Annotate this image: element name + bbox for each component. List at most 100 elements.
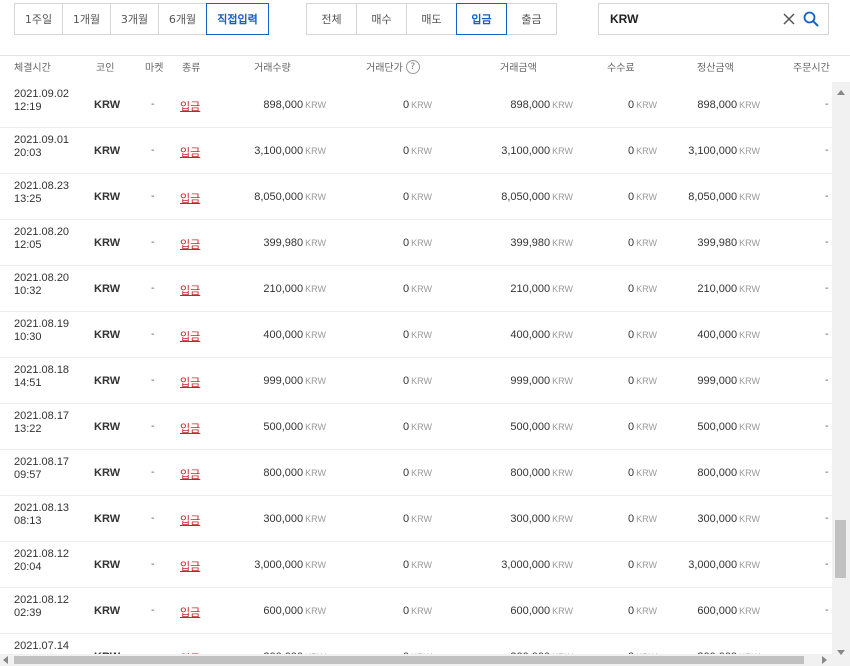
- cell-datetime: 2021.08.20 12:05: [14, 226, 69, 252]
- scroll-left-icon[interactable]: [3, 656, 8, 664]
- cell-date: 2021.08.20: [14, 272, 70, 284]
- cell-kind-link[interactable]: 입금: [180, 236, 200, 252]
- cell-amount-value: 8,050,000: [501, 191, 551, 203]
- help-icon[interactable]: ?: [405, 60, 420, 74]
- currency-unit: KRW: [636, 330, 657, 340]
- cell-date: 2021.08.13: [14, 502, 70, 514]
- currency-unit: KRW: [305, 284, 326, 294]
- currency-unit: KRW: [305, 238, 326, 248]
- cell-fee-value: 0: [628, 99, 635, 111]
- cell-order-time: -: [825, 421, 829, 432]
- cell-fee-value: 0: [628, 237, 635, 249]
- cell-qty-value: 3,100,000: [254, 145, 304, 157]
- cell-kind-link[interactable]: 입금: [180, 512, 200, 528]
- currency-unit: KRW: [636, 284, 657, 294]
- currency-unit: KRW: [411, 284, 432, 294]
- cell-datetime: 2021.09.01 20:03: [14, 134, 69, 160]
- close-icon[interactable]: [782, 12, 796, 26]
- currency-unit: KRW: [305, 192, 326, 202]
- vertical-scrollbar[interactable]: [832, 82, 850, 666]
- search-icon[interactable]: [803, 11, 819, 27]
- cell-market: -: [151, 513, 155, 524]
- cell-amount: 600,000 KRW: [510, 605, 573, 617]
- cell-amount-value: 210,000: [510, 283, 551, 295]
- cell-market: -: [151, 99, 155, 110]
- currency-unit: KRW: [739, 468, 760, 478]
- period-1month-button[interactable]: 1개월: [62, 3, 111, 35]
- currency-unit: KRW: [739, 330, 760, 340]
- cell-qty: 210,000 KRW: [263, 283, 326, 295]
- cell-time: 09:57: [14, 469, 42, 481]
- type-deposit-button[interactable]: 입금: [456, 3, 507, 35]
- cell-order-time: -: [825, 191, 829, 202]
- cell-kind-link[interactable]: 입금: [180, 420, 200, 436]
- scroll-up-icon[interactable]: [837, 90, 845, 95]
- cell-kind-link[interactable]: 입금: [180, 466, 200, 482]
- cell-qty-value: 400,000: [263, 329, 304, 341]
- cell-fee-value: 0: [628, 191, 635, 203]
- horizontal-scrollbar[interactable]: [0, 654, 832, 666]
- transaction-list: 2021.09.02 12:19 KRW - 입금 898,000 KRW 0 KRW 898,0…: [0, 82, 832, 654]
- cell-kind-link[interactable]: 입금: [180, 328, 200, 344]
- cell-fee-value: 0: [628, 421, 635, 433]
- cell-settle: 800,000 KRW: [697, 467, 760, 479]
- period-custom-button[interactable]: 직접입력: [206, 3, 269, 35]
- cell-kind-link[interactable]: 입금: [180, 98, 200, 114]
- table-row: 2021.08.19 10:30 KRW - 입금 400,000 KRW 0 KRW 400,0…: [0, 312, 832, 358]
- cell-fee: 0KRW: [628, 191, 657, 203]
- horizontal-scroll-thumb[interactable]: [14, 656, 804, 664]
- cell-price-value: 0: [403, 99, 410, 111]
- period-1week-button[interactable]: 1주일: [14, 3, 63, 35]
- currency-unit: KRW: [739, 146, 760, 156]
- type-all-button[interactable]: 전체: [306, 3, 357, 35]
- header-order: 주문시간: [793, 63, 830, 74]
- currency-unit: KRW: [305, 146, 326, 156]
- scroll-down-icon[interactable]: [837, 650, 845, 655]
- cell-settle: 500,000 KRW: [697, 421, 760, 433]
- cell-market: -: [151, 191, 155, 202]
- cell-price-value: 0: [403, 467, 410, 479]
- cell-price-value: 0: [403, 329, 410, 341]
- cell-time: 10:32: [14, 285, 42, 297]
- cell-qty-value: 999,000: [263, 375, 304, 387]
- table-header: 체결시간 코인 마켓 종류 거래수량 거래단가? 거래금액 수수료 정산금액 주…: [0, 56, 832, 82]
- cell-order-time: -: [825, 329, 829, 340]
- vertical-scroll-thumb[interactable]: [835, 520, 846, 578]
- type-buy-button[interactable]: 매수: [356, 3, 407, 35]
- cell-qty: 3,000,000 KRW: [254, 559, 326, 571]
- cell-kind-link[interactable]: 입금: [180, 282, 200, 298]
- cell-fee-value: 0: [628, 145, 635, 157]
- cell-fee-value: 0: [628, 605, 635, 617]
- cell-coin: KRW: [94, 191, 121, 203]
- table-row: 2021.09.01 20:03 KRW - 입금 3,100,000 KRW 0 KRW 3,1…: [0, 128, 832, 174]
- cell-kind-link[interactable]: 입금: [180, 558, 200, 574]
- cell-price-value: 0: [403, 421, 410, 433]
- cell-qty: 399,980 KRW: [263, 237, 326, 249]
- cell-coin: KRW: [94, 237, 121, 249]
- cell-settle-value: 8,050,000: [688, 191, 738, 203]
- cell-time: 14:51: [14, 377, 42, 389]
- cell-price-value: 0: [403, 513, 410, 525]
- type-filter-group: 전체 매수 매도 입금 출금: [306, 3, 557, 35]
- cell-kind-link[interactable]: 입금: [180, 374, 200, 390]
- cell-fee-value: 0: [628, 375, 635, 387]
- cell-coin: KRW: [94, 605, 121, 617]
- cell-fee: 0KRW: [628, 283, 657, 295]
- currency-unit: KRW: [739, 376, 760, 386]
- currency-unit: KRW: [411, 330, 432, 340]
- cell-kind-link[interactable]: 입금: [180, 144, 200, 160]
- cell-price: 0KRW: [403, 421, 432, 433]
- cell-amount-value: 3,000,000: [501, 559, 551, 571]
- type-withdraw-button[interactable]: 출금: [506, 3, 557, 35]
- cell-kind-link[interactable]: 입금: [180, 190, 200, 206]
- type-sell-button[interactable]: 매도: [406, 3, 457, 35]
- coin-search-input[interactable]: [610, 12, 780, 26]
- cell-time: 12:19: [14, 101, 42, 113]
- period-6month-button[interactable]: 6개월: [158, 3, 207, 35]
- scroll-right-icon[interactable]: [822, 656, 827, 664]
- period-3month-button[interactable]: 3개월: [110, 3, 159, 35]
- cell-kind-link[interactable]: 입금: [180, 604, 200, 620]
- cell-fee-value: 0: [628, 559, 635, 571]
- currency-unit: KRW: [552, 514, 573, 524]
- cell-fee-value: 0: [628, 329, 635, 341]
